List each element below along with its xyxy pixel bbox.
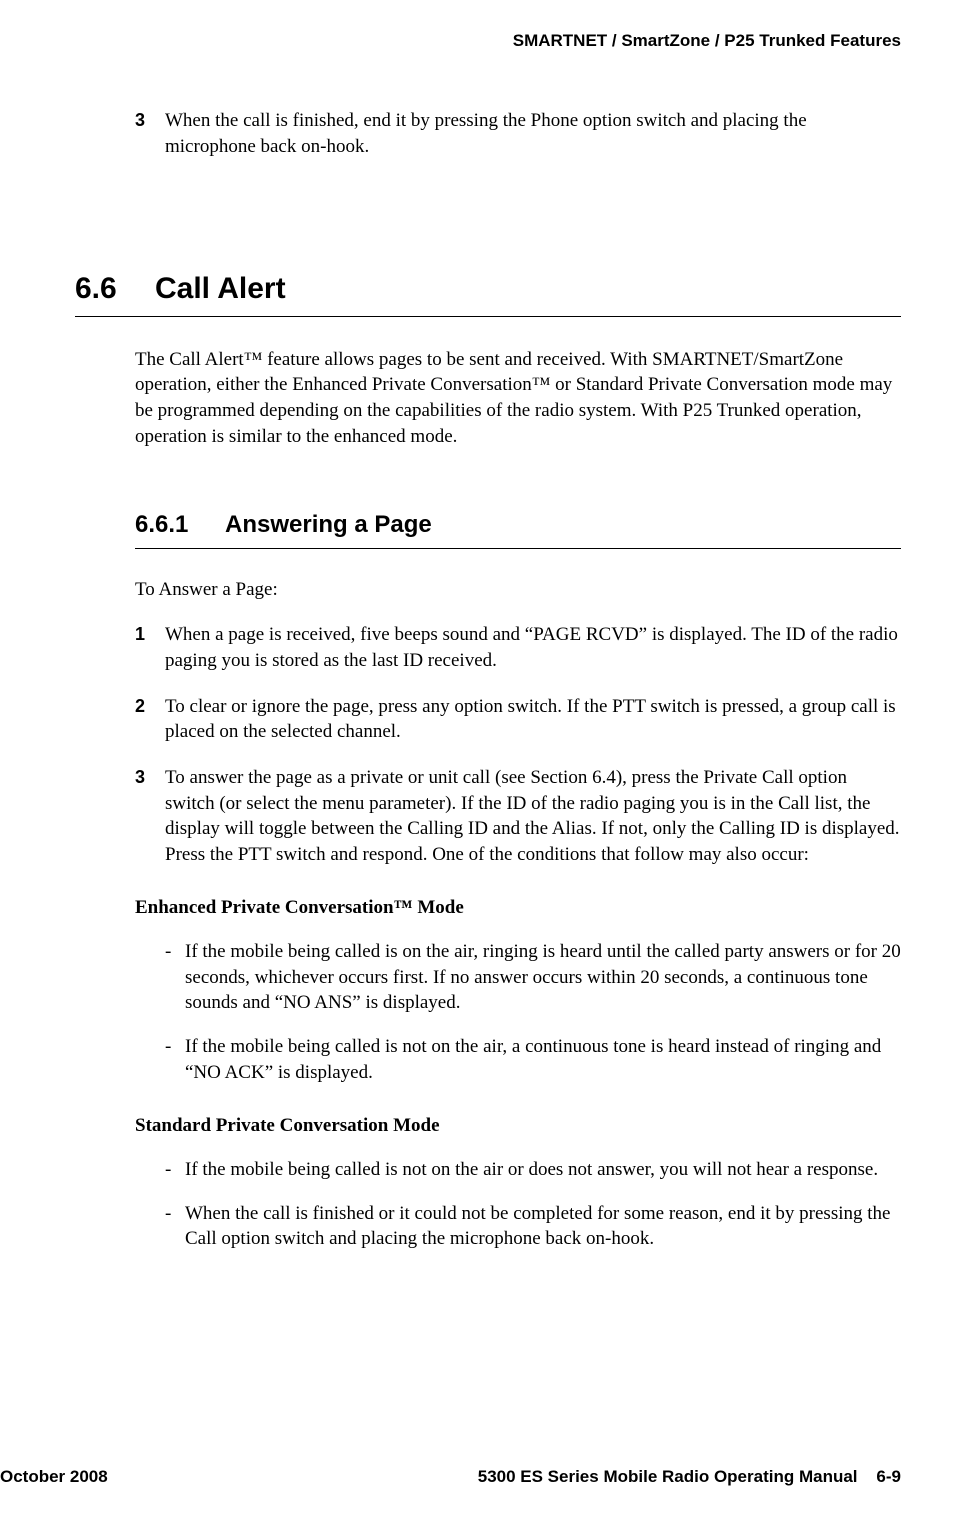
mode-heading-standard: Standard Private Conversation Mode	[135, 1113, 901, 1139]
step-item: 2 To clear or ignore the page, press any…	[135, 694, 901, 745]
numbered-steps: 1 When a page is received, five beeps so…	[135, 622, 901, 867]
dash-item: - If the mobile being called is not on t…	[165, 1157, 901, 1183]
footer-right: 5300 ES Series Mobile Radio Operating Ma…	[478, 1466, 901, 1489]
dash-text: If the mobile being called is not on the…	[185, 1034, 901, 1085]
step-number: 2	[135, 694, 165, 745]
dash-item: - If the mobile being called is not on t…	[165, 1034, 901, 1085]
dash-text: If the mobile being called is not on the…	[185, 1157, 901, 1183]
step-item: 3 When the call is finished, end it by p…	[135, 108, 901, 159]
dash-mark: -	[165, 1157, 185, 1183]
step-text: When the call is finished, end it by pre…	[165, 108, 901, 159]
step-text: To answer the page as a private or unit …	[165, 765, 901, 868]
section-number: 6.6	[75, 269, 155, 310]
subsection-number: 6.6.1	[135, 509, 225, 541]
leading-step-list: 3 When the call is finished, end it by p…	[135, 108, 901, 159]
section-heading: 6.6 Call Alert	[75, 269, 901, 317]
subsection-heading: 6.6.1 Answering a Page	[135, 509, 901, 548]
page: SMARTNET / SmartZone / P25 Trunked Featu…	[0, 0, 976, 1519]
dash-list-enhanced: - If the mobile being called is on the a…	[165, 939, 901, 1085]
dash-item: - If the mobile being called is on the a…	[165, 939, 901, 1016]
dash-mark: -	[165, 1201, 185, 1252]
dash-text: When the call is finished or it could no…	[185, 1201, 901, 1252]
dash-list-standard: - If the mobile being called is not on t…	[165, 1157, 901, 1252]
step-item: 1 When a page is received, five beeps so…	[135, 622, 901, 673]
step-number: 3	[135, 765, 165, 868]
running-header: SMARTNET / SmartZone / P25 Trunked Featu…	[75, 30, 901, 53]
dash-mark: -	[165, 939, 185, 1016]
page-footer: October 2008 5300 ES Series Mobile Radio…	[0, 1466, 901, 1489]
step-number: 3	[135, 108, 165, 159]
section-intro: The Call Alert™ feature allows pages to …	[135, 347, 901, 450]
footer-date: October 2008	[0, 1466, 108, 1489]
step-item: 3 To answer the page as a private or uni…	[135, 765, 901, 868]
dash-text: If the mobile being called is on the air…	[185, 939, 901, 1016]
step-text: To clear or ignore the page, press any o…	[165, 694, 901, 745]
section-title: Call Alert	[155, 269, 286, 310]
subsection-lead: To Answer a Page:	[135, 577, 901, 603]
mode-heading-enhanced: Enhanced Private Conversation™ Mode	[135, 895, 901, 921]
step-text: When a page is received, five beeps soun…	[165, 622, 901, 673]
dash-item: - When the call is finished or it could …	[165, 1201, 901, 1252]
step-number: 1	[135, 622, 165, 673]
footer-manual-title: 5300 ES Series Mobile Radio Operating Ma…	[478, 1467, 858, 1486]
subsection-title: Answering a Page	[225, 509, 432, 541]
footer-page-number: 6-9	[876, 1467, 901, 1486]
dash-mark: -	[165, 1034, 185, 1085]
